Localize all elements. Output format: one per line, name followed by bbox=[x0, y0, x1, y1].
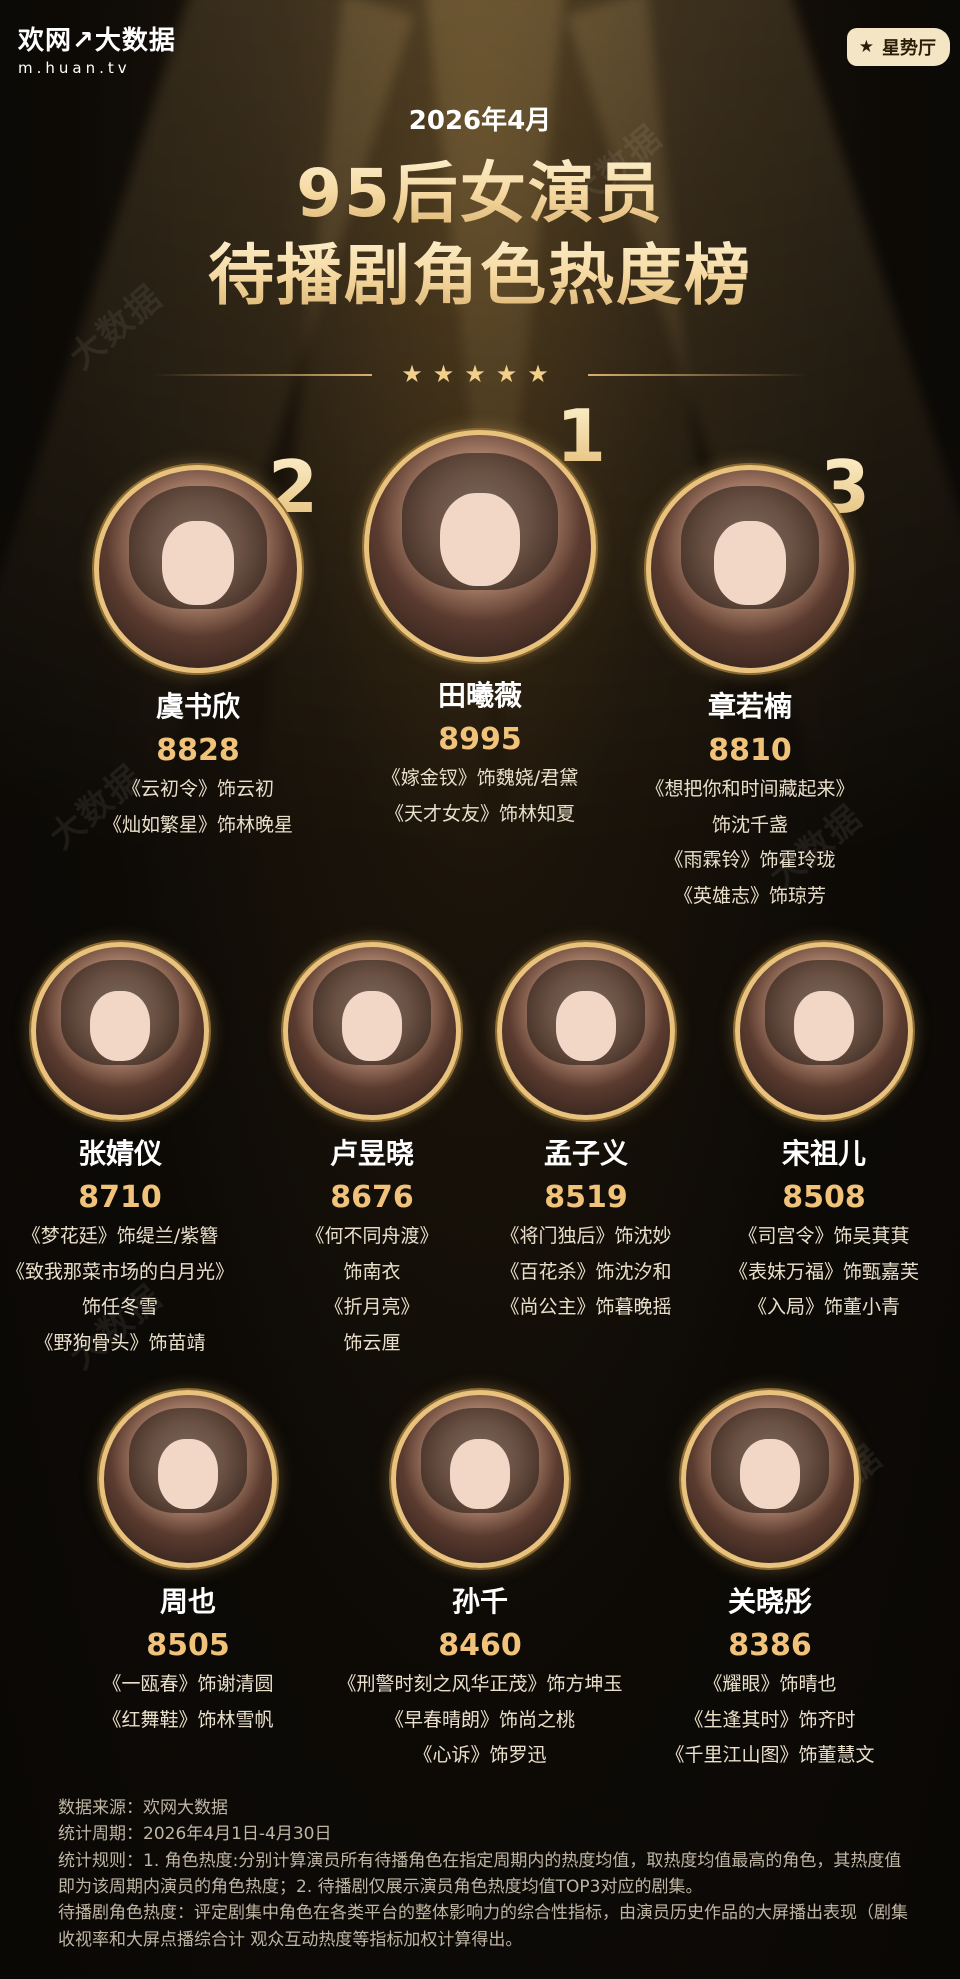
heat-score: 8676 bbox=[330, 1180, 414, 1215]
heat-score: 8710 bbox=[78, 1180, 162, 1215]
rank-card-4: 张婧仪 8710 《梦花廷》饰缇兰/紫簪 《致我那菜市场的白月光》 饰任冬雪 《… bbox=[0, 942, 240, 1357]
avatar bbox=[646, 465, 854, 673]
rank-card-5: 卢昱晓 8676 《何不同舟渡》 饰南衣 《折月亮》 饰云厘 bbox=[252, 942, 492, 1357]
heat-score: 8460 bbox=[438, 1628, 522, 1663]
actor-name: 关晓彤 bbox=[727, 1585, 812, 1618]
channel-badge: ★ 星势厅 bbox=[846, 28, 950, 66]
role-line: 饰南衣 bbox=[343, 1260, 401, 1283]
actor-name: 章若楠 bbox=[707, 690, 792, 723]
actor-name: 周也 bbox=[159, 1585, 216, 1618]
role-line: 《司宫令》饰吴萁萁 bbox=[738, 1225, 910, 1247]
heat-score: 8828 bbox=[156, 733, 240, 768]
avatar bbox=[497, 942, 675, 1120]
role-line: 《折月亮》 bbox=[324, 1296, 420, 1319]
role-line: 《嫁金钗》饰魏娆/君黛 bbox=[381, 767, 579, 789]
heat-score: 8386 bbox=[728, 1628, 812, 1663]
avatar bbox=[364, 430, 596, 662]
actor-name: 张婧仪 bbox=[77, 1137, 162, 1170]
rank-card-10: 关晓彤 8386 《耀眼》饰晴也 《生逢其时》饰齐时 《千里江山图》饰董慧文 bbox=[650, 1390, 890, 1770]
report-date: 2026年4月 bbox=[408, 106, 552, 136]
actor-name: 卢昱晓 bbox=[329, 1137, 414, 1170]
role-line: 《百花杀》饰沈汐和 bbox=[500, 1260, 672, 1283]
rank-card-6: 孟子义 8519 《将门独后》饰沈妙 《百花杀》饰沈汐和 《尚公主》饰暮晚摇 bbox=[466, 942, 706, 1322]
role-line: 《红舞鞋》饰林雪帆 bbox=[102, 1708, 274, 1731]
actor-name: 田曦薇 bbox=[437, 679, 522, 712]
role-line: 《梦花廷》饰缇兰/紫簪 bbox=[21, 1225, 219, 1247]
role-line: 《天才女友》饰林知夏 bbox=[384, 802, 575, 825]
logo-domain: m.huan.tv bbox=[18, 59, 131, 77]
role-line: 《生逢其时》饰齐时 bbox=[684, 1708, 856, 1731]
rank-card-7: 宋祖儿 8508 《司宫令》饰吴萁萁 《表妹万福》饰甄嘉芙 《入局》饰董小青 bbox=[704, 942, 944, 1322]
avatar bbox=[99, 1390, 277, 1568]
role-line: 《何不同舟渡》 bbox=[305, 1225, 439, 1247]
role-line: 《心诉》饰罗迅 bbox=[413, 1744, 547, 1767]
rank-card-2: 2 虞书欣 8828 《云初令》饰云初 《灿如繁星》饰林晚星 bbox=[78, 445, 318, 839]
avatar bbox=[283, 942, 461, 1120]
heat-score: 8505 bbox=[146, 1628, 230, 1663]
avatar bbox=[681, 1390, 859, 1568]
logo-wordmark: 欢网↗大数据 bbox=[18, 26, 176, 56]
role-line: 《一瓯春》饰谢清圆 bbox=[102, 1673, 274, 1695]
rank-card-1: 1 田曦薇 8995 《嫁金钗》饰魏娆/君黛 《天才女友》饰林知夏 bbox=[360, 394, 606, 828]
role-line: 《将门独后》饰沈妙 bbox=[500, 1225, 672, 1247]
role-line: 《表妹万福》饰甄嘉芙 bbox=[728, 1260, 919, 1283]
footnotes: 数据来源：欢网大数据 统计周期：2026年4月1日-4月30日 统计规则：1. … bbox=[58, 1795, 918, 1953]
role-line: 饰云厘 bbox=[343, 1331, 401, 1354]
page-title-line2: 待播剧角色热度榜 bbox=[0, 222, 960, 318]
divider-line-right bbox=[588, 374, 808, 376]
star-icon: ★ bbox=[858, 37, 874, 57]
heat-score: 8508 bbox=[782, 1180, 866, 1215]
role-line: 《刑警时刻之风华正茂》饰方坤玉 bbox=[337, 1673, 623, 1695]
avatar bbox=[31, 942, 209, 1120]
role-line: 《野狗骨头》饰苗靖 bbox=[34, 1331, 206, 1354]
actor-name: 宋祖儿 bbox=[781, 1137, 866, 1170]
brand-logo: 欢网↗大数据 m.huan.tv bbox=[18, 20, 176, 77]
role-line: 《千里江山图》饰董慧文 bbox=[665, 1744, 875, 1767]
actor-name: 孙千 bbox=[451, 1585, 508, 1618]
badge-label: 星势厅 bbox=[882, 38, 936, 59]
role-line: 《灿如繁星》饰林晚星 bbox=[102, 813, 293, 836]
role-line: 《入局》饰董小青 bbox=[747, 1296, 900, 1319]
role-line: 《云初令》饰云初 bbox=[121, 778, 274, 800]
avatar bbox=[94, 465, 302, 673]
metric-definition: 待播剧角色热度：评定剧集中角色在各类平台的整体影响力的综合性指标，由演员历史作品… bbox=[58, 1903, 908, 1950]
stat-period: 统计周期：2026年4月1日-4月30日 bbox=[58, 1824, 332, 1845]
role-line: 《想把你和时间藏起来》 bbox=[645, 778, 855, 800]
stat-rules: 统计规则：1. 角色热度:分别计算演员所有待播角色在指定周期内的热度均值，取热度… bbox=[58, 1850, 902, 1898]
role-line: 《尚公主》饰暮晚摇 bbox=[500, 1296, 672, 1319]
role-line: 饰任冬雪 bbox=[81, 1296, 158, 1319]
heat-score: 8995 bbox=[438, 722, 522, 757]
role-line: 《早春晴朗》饰尚之桃 bbox=[384, 1708, 575, 1731]
role-line: 《英雄志》饰琼芳 bbox=[673, 884, 826, 907]
rating-stars: ★★★★★ bbox=[401, 360, 559, 388]
actor-name: 孟子义 bbox=[543, 1137, 628, 1170]
role-line: 饰沈千盏 bbox=[711, 813, 788, 836]
rank-card-3: 3 章若楠 8810 《想把你和时间藏起来》 饰沈千盏 《雨霖铃》饰霍玲珑 《英… bbox=[630, 445, 870, 910]
heat-score: 8519 bbox=[544, 1180, 628, 1215]
role-line: 《雨霖铃》饰霍玲珑 bbox=[664, 849, 836, 872]
avatar bbox=[735, 942, 913, 1120]
role-line: 《耀眼》饰晴也 bbox=[703, 1673, 837, 1695]
rank-card-9: 孙千 8460 《刑警时刻之风华正茂》饰方坤玉 《早春晴朗》饰尚之桃 《心诉》饰… bbox=[330, 1390, 630, 1770]
role-line: 《致我那菜市场的白月光》 bbox=[5, 1260, 234, 1283]
actor-name: 虞书欣 bbox=[155, 690, 240, 723]
heat-score: 8810 bbox=[708, 733, 792, 768]
avatar bbox=[391, 1390, 569, 1568]
title-divider: ★★★★★ bbox=[0, 360, 960, 390]
data-source: 数据来源：欢网大数据 bbox=[58, 1798, 228, 1818]
rank-card-8: 周也 8505 《一瓯春》饰谢清圆 《红舞鞋》饰林雪帆 bbox=[68, 1390, 308, 1734]
